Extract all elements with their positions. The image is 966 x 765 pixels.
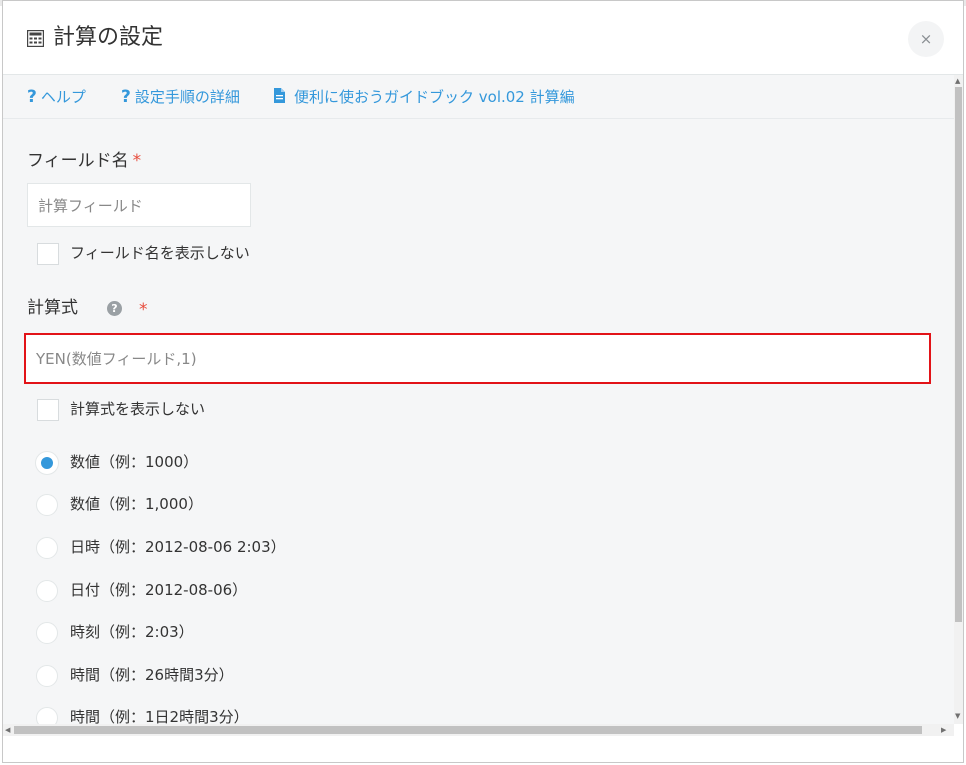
formula-label: 計算式 — [27, 298, 78, 318]
hide-field-name-checkbox[interactable] — [37, 243, 59, 265]
format-option-label: 数値（例：1000） — [70, 453, 199, 471]
question-icon: ? — [121, 87, 131, 107]
scroll-left-icon[interactable]: ◀ — [5, 726, 10, 734]
required-asterisk: * — [139, 300, 148, 320]
setup-details-label: 設定手順の詳細 — [134, 88, 240, 106]
format-radio[interactable] — [36, 537, 58, 559]
format-option-label: 時刻（例：2:03） — [70, 623, 194, 641]
calculator-icon — [27, 30, 44, 47]
format-radio[interactable] — [36, 452, 58, 474]
format-option-label: 時間（例：26時間3分） — [70, 666, 234, 684]
format-option-label: 日時（例：2012-08-06 2:03） — [70, 538, 286, 556]
guidebook-label: 便利に使おうガイドブック vol.02 計算編 — [294, 88, 575, 106]
document-icon — [274, 88, 285, 103]
scroll-down-icon[interactable]: ▼ — [955, 712, 960, 720]
hide-field-name-label: フィールド名を表示しない — [70, 244, 250, 262]
help-link-label: ヘルプ — [40, 88, 86, 106]
dialog-footer — [3, 736, 963, 762]
help-bar: ? ヘルプ ? 設定手順の詳細 便利に使おうガイドブック vol.02 計算編 — [3, 75, 954, 119]
hide-formula-checkbox[interactable] — [37, 399, 59, 421]
settings-panel: フィールド名 * 計算フィールド フィールド名を表示しない 計算式 ? * YEN… — [3, 119, 954, 724]
vertical-scrollbar[interactable]: ▲ ▼ — [954, 75, 963, 724]
format-option-label: 数値（例：1,000） — [70, 495, 203, 513]
formula-input[interactable]: YEN(数値フィールド,1) — [24, 333, 931, 384]
required-mark: * — [132, 151, 142, 171]
format-radio[interactable] — [36, 580, 58, 602]
format-radio[interactable] — [36, 665, 58, 687]
dialog-header: 計算の設定 × — [3, 1, 963, 75]
field-name-label: フィールド名 * — [27, 150, 141, 172]
setup-details-link[interactable]: ? 設定手順の詳細 — [121, 87, 240, 107]
guidebook-link[interactable]: 便利に使おうガイドブック vol.02 計算編 — [273, 87, 575, 107]
calc-settings-dialog: 計算の設定 × ? ヘルプ ? 設定手順の詳細 便利に使おうガイドブック vol.0… — [2, 0, 964, 763]
format-radio[interactable] — [36, 494, 58, 516]
close-button[interactable]: × — [908, 21, 944, 57]
vertical-scroll-thumb[interactable] — [955, 87, 962, 622]
format-radio[interactable] — [36, 622, 58, 644]
help-link[interactable]: ? ヘルプ — [27, 87, 86, 107]
field-name-input[interactable]: 計算フィールド — [27, 183, 251, 227]
hide-formula-label: 計算式を表示しない — [70, 400, 206, 418]
dialog-title: 計算の設定 — [53, 25, 164, 50]
required-mark: * — [139, 299, 148, 321]
scroll-up-icon[interactable]: ▲ — [955, 77, 960, 85]
help-circle-icon[interactable]: ? — [107, 301, 122, 316]
format-option-label: 時間（例：1日2時間3分） — [70, 708, 249, 724]
horizontal-scrollbar[interactable]: ◀ ▶ — [3, 724, 954, 736]
format-option-label: 日付（例：2012-08-06） — [70, 581, 248, 599]
field-name-label-text: フィールド名 — [27, 151, 129, 171]
scroll-right-icon[interactable]: ▶ — [941, 726, 946, 734]
format-radio[interactable] — [36, 707, 58, 724]
question-icon: ? — [27, 87, 37, 107]
horizontal-scroll-thumb[interactable] — [14, 726, 922, 734]
